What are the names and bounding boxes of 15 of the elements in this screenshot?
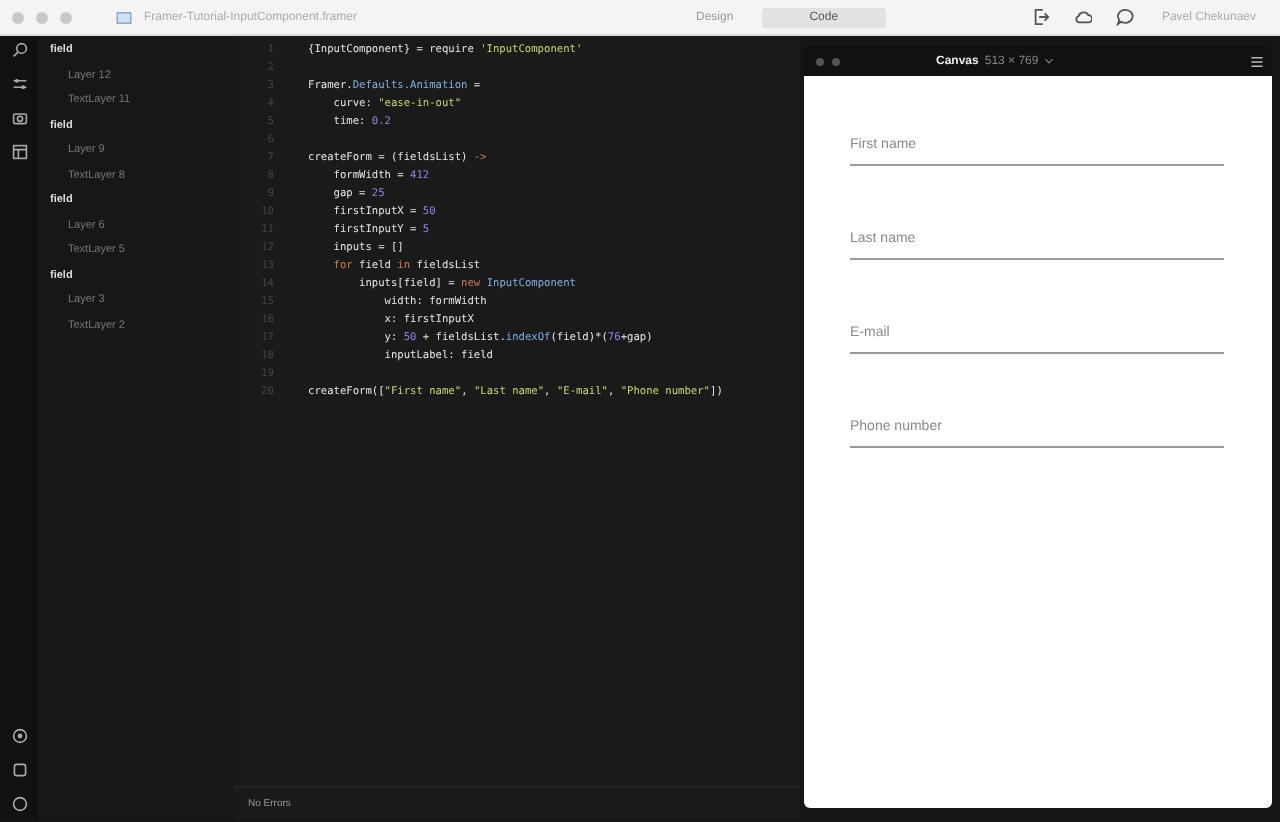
file-icon xyxy=(116,11,132,23)
square-icon[interactable] xyxy=(11,762,27,778)
menu-icon[interactable] xyxy=(1250,55,1264,67)
target-icon[interactable] xyxy=(11,728,27,744)
circle-icon[interactable] xyxy=(11,796,27,812)
export-icon[interactable] xyxy=(1031,8,1050,26)
layout-icon[interactable] xyxy=(11,144,27,160)
sliders-icon[interactable] xyxy=(11,76,27,92)
camera-icon[interactable] xyxy=(11,110,27,126)
dot-icon[interactable] xyxy=(832,57,840,65)
cloud-icon[interactable] xyxy=(1073,8,1092,26)
comment-icon[interactable] xyxy=(1115,8,1134,26)
search-icon[interactable] xyxy=(11,42,27,58)
chevron-icon[interactable] xyxy=(1044,58,1055,64)
dot-icon[interactable] xyxy=(816,57,824,65)
